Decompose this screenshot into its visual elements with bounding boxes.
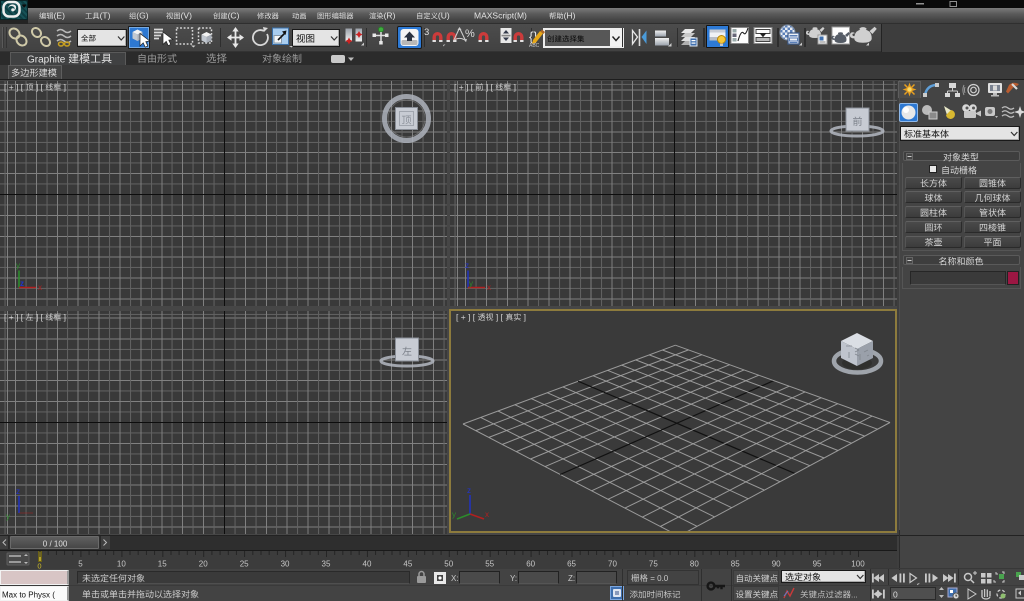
svg-text:90: 90 <box>772 560 781 569</box>
svg-text:40: 40 <box>363 560 372 569</box>
svg-text:y: y <box>16 261 20 270</box>
svg-text:30: 30 <box>281 560 290 569</box>
svg-text:(E): (E) <box>54 11 66 21</box>
svg-text:z: z <box>467 486 471 495</box>
svg-text:95: 95 <box>813 560 822 569</box>
svg-text:10: 10 <box>117 560 126 569</box>
svg-text:0: 0 <box>893 590 898 600</box>
svg-text:5: 5 <box>78 560 83 569</box>
svg-text:z: z <box>465 261 469 270</box>
svg-text:] [: ] [ <box>494 312 506 322</box>
svg-text:Y:: Y: <box>510 574 517 583</box>
svg-text:x: x <box>38 283 42 292</box>
svg-text:65: 65 <box>567 560 576 569</box>
svg-text:ABC: ABC <box>529 43 540 49</box>
svg-text:X:: X: <box>451 574 459 583</box>
svg-text:(G): (G) <box>136 11 148 21</box>
svg-text:(C): (C) <box>228 11 240 21</box>
svg-text:%: % <box>465 28 475 40</box>
svg-text:z: z <box>16 487 20 496</box>
svg-text:(T): (T) <box>100 11 111 21</box>
svg-text:(H): (H) <box>564 11 576 21</box>
svg-text:y: y <box>469 279 473 288</box>
svg-text:55: 55 <box>485 560 494 569</box>
svg-text:[ + ] [: [ + ] [ <box>456 312 478 322</box>
svg-text:MAXScript(M): MAXScript(M) <box>474 11 527 21</box>
svg-text:Z:: Z: <box>568 574 575 583</box>
svg-text:75: 75 <box>649 560 658 569</box>
svg-text:25: 25 <box>240 560 249 569</box>
svg-text:]: ] <box>511 82 516 92</box>
svg-text:35: 35 <box>322 560 331 569</box>
svg-text:[ + ] [: [ + ] [ <box>4 312 26 322</box>
svg-text:y: y <box>452 510 456 519</box>
svg-text:100: 100 <box>851 560 865 569</box>
svg-text:60: 60 <box>526 560 535 569</box>
svg-text:z: z <box>20 279 24 288</box>
svg-text:(V): (V) <box>181 11 193 21</box>
svg-text:x: x <box>485 510 489 519</box>
svg-text:...: ... <box>851 591 858 600</box>
svg-text:85: 85 <box>731 560 740 569</box>
svg-text:Max to Physx (: Max to Physx ( <box>2 591 55 600</box>
svg-text:]: ] <box>521 312 526 322</box>
svg-text:[ + ] [: [ + ] [ <box>454 82 476 92</box>
svg-text:]: ] <box>61 312 66 322</box>
svg-text:x: x <box>487 283 491 292</box>
svg-text:[ + ] [: [ + ] [ <box>4 82 26 92</box>
svg-text:0: 0 <box>37 562 41 571</box>
svg-text:70: 70 <box>608 560 617 569</box>
svg-text:] [: ] [ <box>34 312 46 322</box>
svg-text:50: 50 <box>444 560 453 569</box>
svg-text:20: 20 <box>199 560 208 569</box>
svg-text:0 / 100: 0 / 100 <box>43 540 68 549</box>
svg-text:3: 3 <box>424 27 429 38</box>
svg-text:Graphite: Graphite <box>27 55 68 66</box>
svg-text:45: 45 <box>403 560 412 569</box>
svg-text:15: 15 <box>158 560 167 569</box>
svg-text:(R): (R) <box>384 11 396 21</box>
svg-text:(U): (U) <box>438 11 450 21</box>
svg-text:y: y <box>6 512 10 521</box>
svg-text:80: 80 <box>690 560 699 569</box>
svg-text:= 0.0: = 0.0 <box>648 574 669 583</box>
svg-text:] [: ] [ <box>484 82 496 92</box>
svg-text:] [: ] [ <box>34 82 46 92</box>
svg-text:]: ] <box>61 82 66 92</box>
